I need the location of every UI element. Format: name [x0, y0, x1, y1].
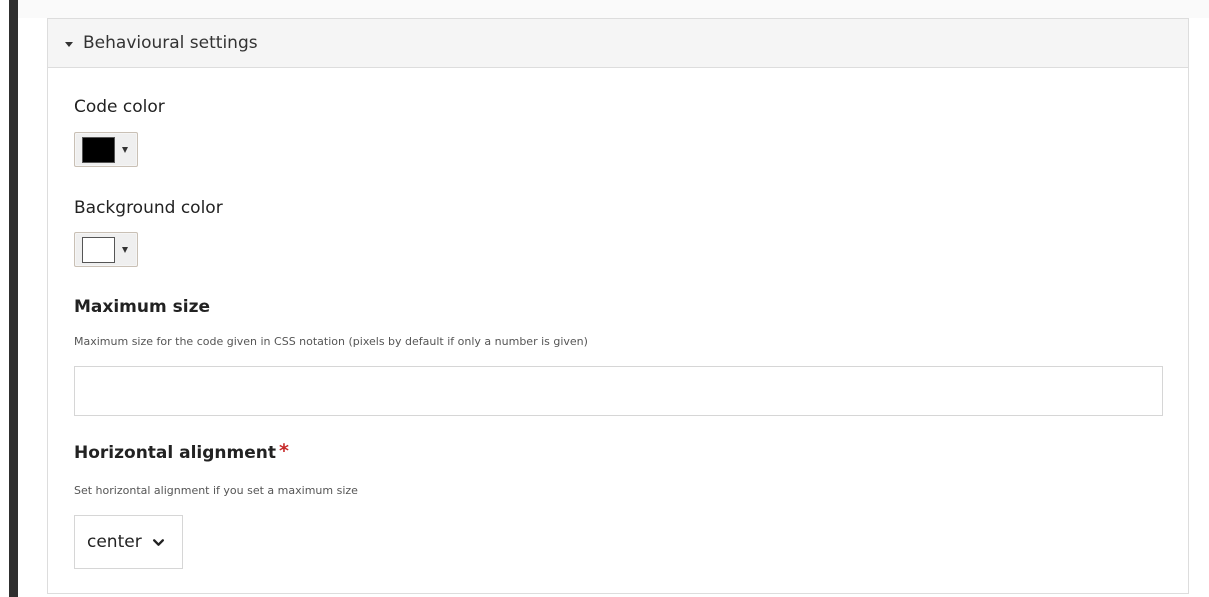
background-color-picker-button[interactable] — [74, 232, 138, 267]
top-strip — [18, 0, 1209, 18]
horizontal-alignment-description: Set horizontal alignment if you set a ma… — [74, 484, 358, 497]
maximum-size-description: Maximum size for the code given in CSS n… — [74, 335, 588, 348]
code-color-picker-button[interactable] — [74, 132, 138, 167]
code-color-swatch — [82, 136, 115, 163]
required-marker: * — [279, 440, 289, 462]
background-color-swatch — [82, 236, 115, 263]
behavioural-settings-panel: Behavioural settings Code color Backgrou… — [47, 18, 1189, 594]
chevron-down-icon — [152, 538, 164, 546]
left-sidebar-edge — [9, 0, 18, 597]
code-color-label: Code color — [74, 97, 165, 117]
caret-down-icon — [65, 41, 73, 47]
background-color-label: Background color — [74, 198, 223, 218]
horizontal-alignment-label: Horizontal alignment — [74, 443, 277, 463]
panel-title: Behavioural settings — [83, 33, 258, 53]
maximum-size-label: Maximum size — [74, 297, 210, 317]
horizontal-alignment-label-row: Horizontal alignment * — [74, 440, 289, 465]
horizontal-alignment-select[interactable]: center — [74, 515, 183, 569]
panel-header-toggle[interactable]: Behavioural settings — [48, 19, 1188, 68]
select-value: center — [87, 532, 142, 552]
triangle-down-icon — [122, 246, 128, 253]
triangle-down-icon — [122, 146, 128, 153]
maximum-size-input[interactable] — [74, 366, 1163, 416]
